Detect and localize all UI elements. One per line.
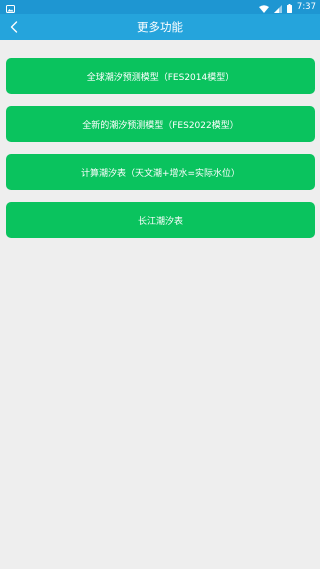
menu-item-label: 全球潮汐预测模型（FES2014模型） (86, 72, 235, 83)
status-time: 7:37 (296, 2, 316, 12)
menu-item-label: 计算潮汐表（天文潮+增水=实际水位） (80, 168, 241, 179)
menu-item-label: 全新的潮汐预测模型（FES2022模型） (82, 120, 239, 131)
back-button[interactable] (4, 14, 24, 40)
yangtze-tide-table-button[interactable]: 长江潮汐表 (6, 202, 315, 238)
fes2014-model-button[interactable]: 全球潮汐预测模型（FES2014模型） (6, 58, 315, 94)
page-title: 更多功能 (137, 20, 183, 34)
feature-menu: 全球潮汐预测模型（FES2014模型） 全新的潮汐预测模型（FES2022模型）… (6, 58, 315, 238)
calculate-tide-table-button[interactable]: 计算潮汐表（天文潮+增水=实际水位） (6, 154, 315, 190)
chevron-left-icon (10, 18, 18, 37)
status-bar: 7:37 (0, 0, 320, 14)
app-bar: 更多功能 (0, 14, 320, 40)
fes2022-model-button[interactable]: 全新的潮汐预测模型（FES2022模型） (6, 106, 315, 142)
menu-item-label: 长江潮汐表 (137, 216, 183, 227)
